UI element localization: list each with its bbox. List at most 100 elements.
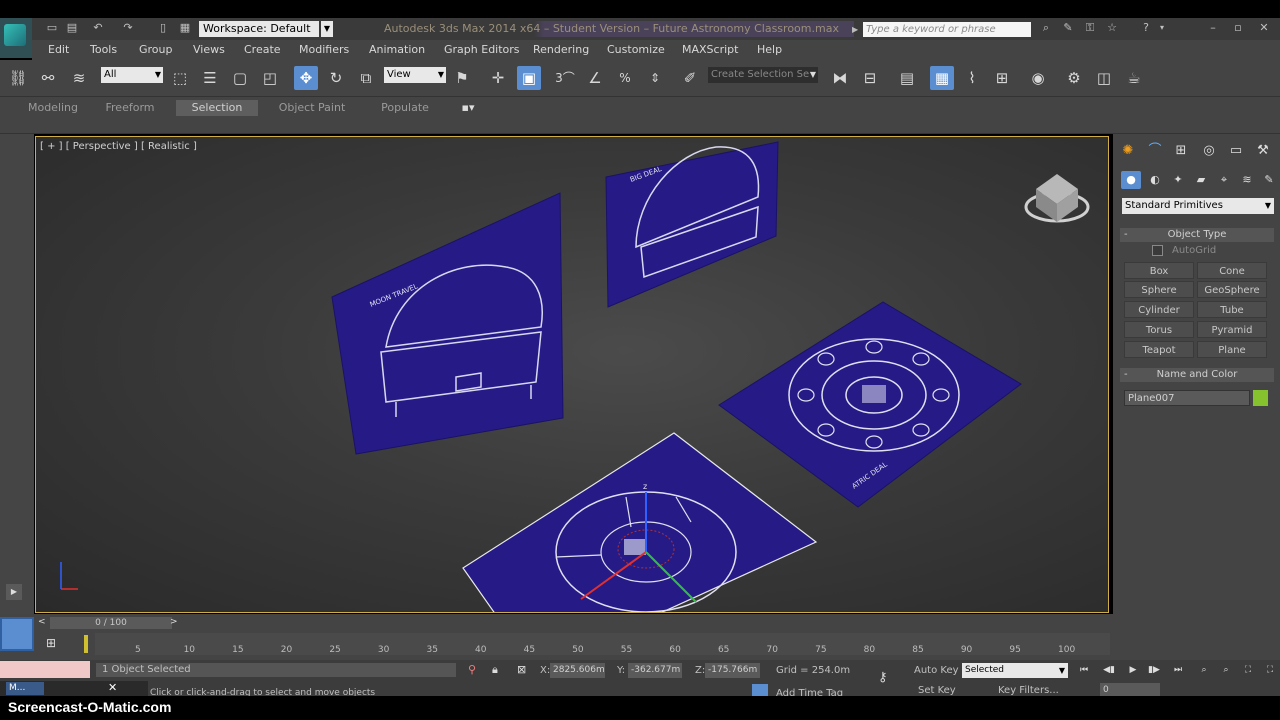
chevron-down-icon[interactable]: ▼ xyxy=(321,21,333,37)
utilities-tab-icon[interactable]: ⚒ xyxy=(1252,141,1274,161)
app-logo[interactable] xyxy=(0,18,32,58)
object-name-input[interactable]: Plane007 xyxy=(1124,390,1250,406)
menu-help[interactable]: Help xyxy=(757,43,782,56)
category-dropdown[interactable]: Standard Primitives ▼ xyxy=(1122,198,1274,214)
blueprint-plane-floor-right[interactable]: ATRIC DEAL xyxy=(718,301,1022,508)
ribbon-options-icon[interactable]: ▪▾ xyxy=(454,100,482,116)
selection-filter-dropdown[interactable]: All ▼ xyxy=(101,67,163,83)
curve-editor-icon[interactable]: ⌇ xyxy=(960,66,984,90)
link-icon[interactable]: ⛓ xyxy=(6,66,30,90)
pin-icon[interactable]: ⚲ xyxy=(468,663,476,676)
taskbar-app-button[interactable]: M... xyxy=(6,682,44,695)
time-slider[interactable]: 0 / 100 xyxy=(50,617,172,629)
open-file-icon[interactable]: ▤ xyxy=(64,21,80,35)
select-and-rotate-icon[interactable]: ↻ xyxy=(324,66,348,90)
torus-button[interactable]: Torus xyxy=(1124,321,1194,338)
go-to-end-icon[interactable]: ⏭ xyxy=(1170,663,1186,677)
reference-coordinate-dropdown[interactable]: View ▼ xyxy=(384,67,446,83)
chevron-down-icon[interactable]: ▾ xyxy=(1154,21,1170,35)
tab-selection[interactable]: Selection xyxy=(176,100,258,116)
unlink-icon[interactable]: ⚯ xyxy=(36,66,60,90)
menu-customize[interactable]: Customize xyxy=(607,43,665,56)
track-bar[interactable] xyxy=(95,633,1110,655)
spinner-snap-icon[interactable]: ⇕ xyxy=(643,66,667,90)
mirror-icon[interactable]: ⧓ xyxy=(828,66,852,90)
modify-tab-icon[interactable]: ⌒ xyxy=(1144,141,1166,161)
select-object-icon[interactable]: ⬚ xyxy=(168,66,192,90)
play-icon[interactable]: ▶ xyxy=(1125,663,1141,677)
angle-snap-icon[interactable]: ∠ xyxy=(583,66,607,90)
new-scene-icon[interactable]: ▭ xyxy=(44,21,60,35)
autogrid-checkbox[interactable] xyxy=(1152,245,1163,256)
menu-edit[interactable]: Edit xyxy=(48,43,69,56)
expand-arrow-icon[interactable]: ▶ xyxy=(6,584,22,600)
systems-icon[interactable]: ✎ xyxy=(1259,171,1279,189)
close-icon[interactable]: ✕ xyxy=(108,681,117,694)
plane-button[interactable]: Plane xyxy=(1197,341,1267,358)
mini-listener-button[interactable] xyxy=(0,617,34,651)
z-coordinate-input[interactable]: -175.766m xyxy=(705,663,760,678)
geosphere-button[interactable]: GeoSphere xyxy=(1197,281,1267,298)
fetch-icon[interactable]: ▦ xyxy=(177,21,193,35)
perspective-viewport[interactable]: [ + ] [ Perspective ] [ Realistic ] MOON… xyxy=(35,136,1109,613)
rectangular-selection-icon[interactable]: ▢ xyxy=(228,66,252,90)
render-production-icon[interactable]: ☕ xyxy=(1122,66,1146,90)
info-center-arrow-icon[interactable]: ▶ xyxy=(852,22,861,37)
zoom-extents-all-icon[interactable]: ⛶ xyxy=(1262,663,1278,677)
material-editor-icon[interactable]: ◉ xyxy=(1026,66,1050,90)
tube-button[interactable]: Tube xyxy=(1197,301,1267,318)
auto-key-button[interactable]: Auto Key xyxy=(914,665,959,676)
binoculars-icon[interactable]: ⌕ xyxy=(1038,21,1054,35)
minimize-icon[interactable]: – xyxy=(1205,21,1221,35)
timeslider-prev-icon[interactable]: < xyxy=(38,617,46,627)
key-mode-dropdown[interactable]: Selected ▼ xyxy=(962,663,1068,678)
tab-populate[interactable]: Populate xyxy=(370,100,440,116)
menu-graph-editors[interactable]: Graph Editors xyxy=(444,43,520,56)
rendered-frame-window-icon[interactable]: ◫ xyxy=(1092,66,1116,90)
shapes-icon[interactable]: ◐ xyxy=(1145,171,1165,189)
zoom-all-icon[interactable]: ⌕ xyxy=(1218,663,1234,677)
snaps-toggle-icon[interactable]: 3⌒ xyxy=(553,66,577,90)
select-and-move-icon[interactable]: ✥ xyxy=(294,66,318,90)
zoom-icon[interactable]: ⌕ xyxy=(1196,663,1212,677)
set-key-button[interactable]: Set Key xyxy=(918,685,956,696)
maxscript-listener-box[interactable] xyxy=(0,661,90,678)
viewcube[interactable] xyxy=(1024,174,1090,223)
go-to-start-icon[interactable]: ⏮ xyxy=(1076,663,1092,677)
display-tab-icon[interactable]: ▭ xyxy=(1225,141,1247,161)
y-coordinate-input[interactable]: -362.677m xyxy=(628,663,682,678)
redo-icon[interactable]: ↷ xyxy=(120,21,136,35)
name-color-rollout-header[interactable]: - Name and Color xyxy=(1120,368,1274,382)
schematic-view-icon[interactable]: ⊞ xyxy=(990,66,1014,90)
geometry-icon[interactable]: ● xyxy=(1121,171,1141,189)
menu-modifiers[interactable]: Modifiers xyxy=(299,43,349,56)
window-crossing-icon[interactable]: ◰ xyxy=(258,66,282,90)
align-icon[interactable]: ⊟ xyxy=(858,66,882,90)
time-cursor[interactable] xyxy=(84,635,88,653)
key-icon[interactable]: ⚷ xyxy=(878,670,888,685)
absolute-mode-icon[interactable]: ⊠ xyxy=(517,663,526,676)
cylinder-button[interactable]: Cylinder xyxy=(1124,301,1194,318)
timeslider-next-icon[interactable]: > xyxy=(170,617,178,627)
blueprint-plane-right[interactable]: BIG DEAL xyxy=(605,141,779,308)
select-by-name-icon[interactable]: ☰ xyxy=(198,66,222,90)
named-selection-dropdown[interactable]: Create Selection Se ▼ xyxy=(708,67,818,83)
space-warps-icon[interactable]: ≋ xyxy=(1237,171,1257,189)
box-button[interactable]: Box xyxy=(1124,262,1194,279)
zoom-extents-icon[interactable]: ⛶ xyxy=(1240,663,1256,677)
object-type-rollout-header[interactable]: - Object Type xyxy=(1120,228,1274,242)
teapot-button[interactable]: Teapot xyxy=(1124,341,1194,358)
motion-tab-icon[interactable]: ◎ xyxy=(1198,141,1220,161)
tab-modeling[interactable]: Modeling xyxy=(18,100,88,116)
select-and-scale-icon[interactable]: ⧉ xyxy=(354,66,378,90)
scene-explorer-icon[interactable]: ▤ xyxy=(895,66,919,90)
subscription-icon[interactable]: ⚿ xyxy=(1082,21,1098,35)
cone-button[interactable]: Cone xyxy=(1197,262,1267,279)
keyboard-shortcut-override-icon[interactable]: ▣ xyxy=(517,66,541,90)
tools-icon[interactable]: ✎ xyxy=(1060,21,1076,35)
hold-icon[interactable]: ▯ xyxy=(155,21,171,35)
search-input[interactable]: Type a keyword or phrase xyxy=(863,22,1031,37)
select-manipulate-icon[interactable]: ✛ xyxy=(486,66,510,90)
blueprint-plane-floor-selected[interactable]: z xyxy=(462,432,818,613)
object-color-swatch[interactable] xyxy=(1253,390,1268,406)
